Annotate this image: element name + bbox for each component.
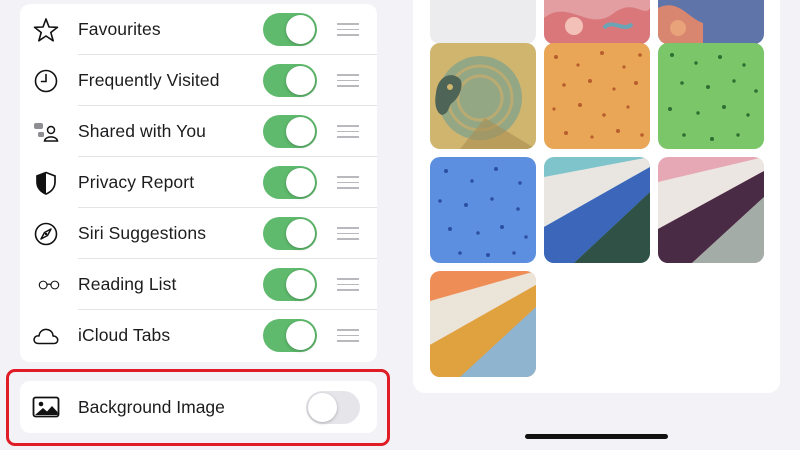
favourites-toggle[interactable] xyxy=(263,13,317,46)
wallpaper-tile-orange-gold-diagonal[interactable] xyxy=(430,271,536,377)
start-page-settings-pane: Favourites Frequently Visited Shared wit… xyxy=(0,0,398,450)
reorder-handle-icon[interactable] xyxy=(337,125,359,138)
wallpaper-tile-pink-pattern[interactable] xyxy=(544,0,650,44)
reorder-handle-icon[interactable] xyxy=(337,74,359,87)
row-label: Favourites xyxy=(78,19,161,39)
toggle-knob xyxy=(286,66,315,95)
siri-suggestions-toggle[interactable] xyxy=(263,217,317,250)
wallpaper-tile-parrot[interactable] xyxy=(430,43,536,149)
frequently-visited-toggle[interactable] xyxy=(263,64,317,97)
glasses-icon xyxy=(32,271,60,299)
home-indicator[interactable] xyxy=(525,434,668,439)
reorder-handle-icon[interactable] xyxy=(337,329,359,342)
row-label: Privacy Report xyxy=(78,172,195,192)
shared-people-icon xyxy=(32,118,60,146)
toggle-knob xyxy=(286,117,315,146)
reorder-handle-icon[interactable] xyxy=(337,227,359,240)
row-siri-suggestions: Siri Suggestions xyxy=(20,208,377,259)
row-label: Siri Suggestions xyxy=(78,223,207,243)
row-frequently-visited: Frequently Visited xyxy=(20,55,377,106)
reorder-handle-icon[interactable] xyxy=(337,176,359,189)
wallpaper-tile-green-pattern[interactable] xyxy=(658,43,764,149)
row-label: Reading List xyxy=(78,274,177,294)
highlight-box xyxy=(6,369,390,446)
wallpaper-grid xyxy=(413,0,780,393)
row-label: Shared with You xyxy=(78,121,206,141)
row-favourites: Favourites xyxy=(20,4,377,55)
wallpaper-tile-blue-pattern[interactable] xyxy=(430,157,536,263)
star-icon xyxy=(32,16,60,44)
row-label: Frequently Visited xyxy=(78,70,220,90)
privacy-report-toggle[interactable] xyxy=(263,166,317,199)
toggle-knob xyxy=(286,270,315,299)
toggle-knob xyxy=(286,168,315,197)
toggle-knob xyxy=(286,321,315,350)
reorder-handle-icon[interactable] xyxy=(337,278,359,291)
toggle-knob xyxy=(286,15,315,44)
icloud-tabs-toggle[interactable] xyxy=(263,319,317,352)
cloud-icon xyxy=(32,322,60,350)
row-shared-with-you: Shared with You xyxy=(20,106,377,157)
reading-list-toggle[interactable] xyxy=(263,268,317,301)
shared-with-you-toggle[interactable] xyxy=(263,115,317,148)
wallpaper-tile-blue-pink-pattern[interactable] xyxy=(658,0,764,44)
wallpaper-tile-light-gray[interactable] xyxy=(430,0,536,44)
background-image-picker-pane xyxy=(398,0,800,450)
compass-icon xyxy=(32,220,60,248)
wallpaper-tile-pink-plum-diagonal[interactable] xyxy=(658,157,764,263)
toggle-knob xyxy=(286,219,315,248)
shield-icon xyxy=(32,169,60,197)
row-label: iCloud Tabs xyxy=(78,325,171,345)
reorder-handle-icon[interactable] xyxy=(337,23,359,36)
wallpaper-tile-orange-pattern[interactable] xyxy=(544,43,650,149)
row-icloud-tabs: iCloud Tabs xyxy=(20,310,377,361)
clock-icon xyxy=(32,67,60,95)
section-list-card: Favourites Frequently Visited Shared wit… xyxy=(20,4,377,362)
row-privacy-report: Privacy Report xyxy=(20,157,377,208)
row-reading-list: Reading List xyxy=(20,259,377,310)
wallpaper-tile-blue-teal-diagonal[interactable] xyxy=(544,157,650,263)
